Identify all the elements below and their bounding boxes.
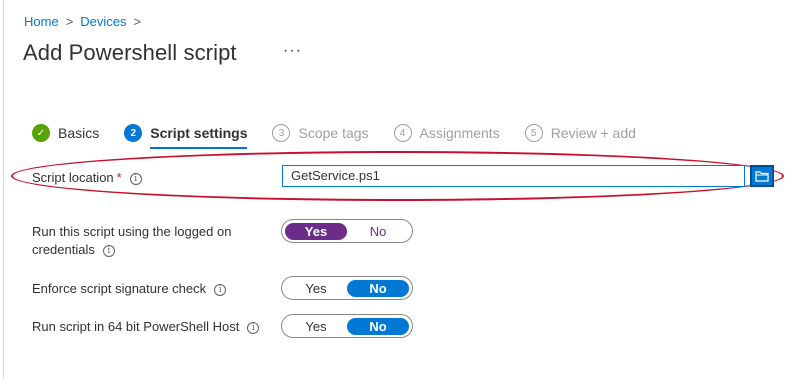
wizard-steps: ✓ Basics 2 Script settings 3 Scope tags …: [32, 122, 661, 149]
toggle-no[interactable]: No: [347, 317, 409, 335]
required-asterisk: *: [116, 170, 122, 185]
chevron-right-icon: >: [65, 14, 74, 29]
step-label: Script settings: [150, 125, 248, 141]
logged-on-label: Run this script using the logged on cred…: [32, 224, 232, 257]
info-icon[interactable]: i: [102, 244, 115, 257]
script-location-label: Script location * i: [32, 169, 142, 187]
info-icon[interactable]: i: [247, 321, 260, 334]
logged-on-toggle[interactable]: Yes No: [281, 219, 413, 243]
info-icon[interactable]: i: [214, 283, 227, 296]
host64-label: Run script in 64 bit PowerShell Host i: [32, 318, 260, 336]
toggle-yes[interactable]: Yes: [285, 280, 347, 297]
breadcrumb-home-link[interactable]: Home: [24, 14, 59, 29]
breadcrumb-devices-link[interactable]: Devices: [80, 14, 126, 29]
tab-review-add[interactable]: 5 Review + add: [524, 122, 636, 144]
tab-script-settings[interactable]: 2 Script settings: [124, 122, 248, 149]
signature-check-label: Enforce script signature check i: [32, 280, 227, 298]
checkmark-icon: ✓: [32, 124, 50, 142]
browse-folder-button[interactable]: [750, 165, 774, 187]
more-options-icon[interactable]: ···: [283, 42, 302, 60]
toggle-no[interactable]: No: [347, 223, 409, 240]
breadcrumb: Home > Devices >: [24, 14, 148, 29]
step-label: Assignments: [419, 125, 500, 141]
host64-toggle[interactable]: Yes No: [281, 314, 413, 338]
step-label: Basics: [58, 125, 100, 141]
signature-check-toggle[interactable]: Yes No: [281, 276, 413, 300]
tab-assignments[interactable]: 4 Assignments: [393, 122, 500, 144]
script-location-input[interactable]: GetService.ps1: [282, 165, 745, 187]
toggle-no[interactable]: No: [347, 279, 409, 297]
chevron-right-icon: >: [133, 14, 142, 29]
step-number: 4: [393, 124, 412, 142]
folder-icon: [755, 171, 769, 182]
tab-basics[interactable]: ✓ Basics: [32, 122, 99, 144]
tab-scope-tags[interactable]: 3 Scope tags: [272, 122, 369, 144]
page-title: Add Powershell script: [23, 40, 237, 65]
info-icon[interactable]: i: [129, 172, 142, 185]
step-number: 2: [124, 124, 143, 142]
step-number: 3: [272, 124, 291, 142]
left-divider: [3, 0, 4, 379]
toggle-yes[interactable]: Yes: [285, 222, 347, 240]
step-label: Review + add: [550, 125, 636, 141]
step-label: Scope tags: [298, 125, 369, 141]
toggle-yes[interactable]: Yes: [285, 318, 347, 335]
step-number: 5: [524, 124, 543, 142]
